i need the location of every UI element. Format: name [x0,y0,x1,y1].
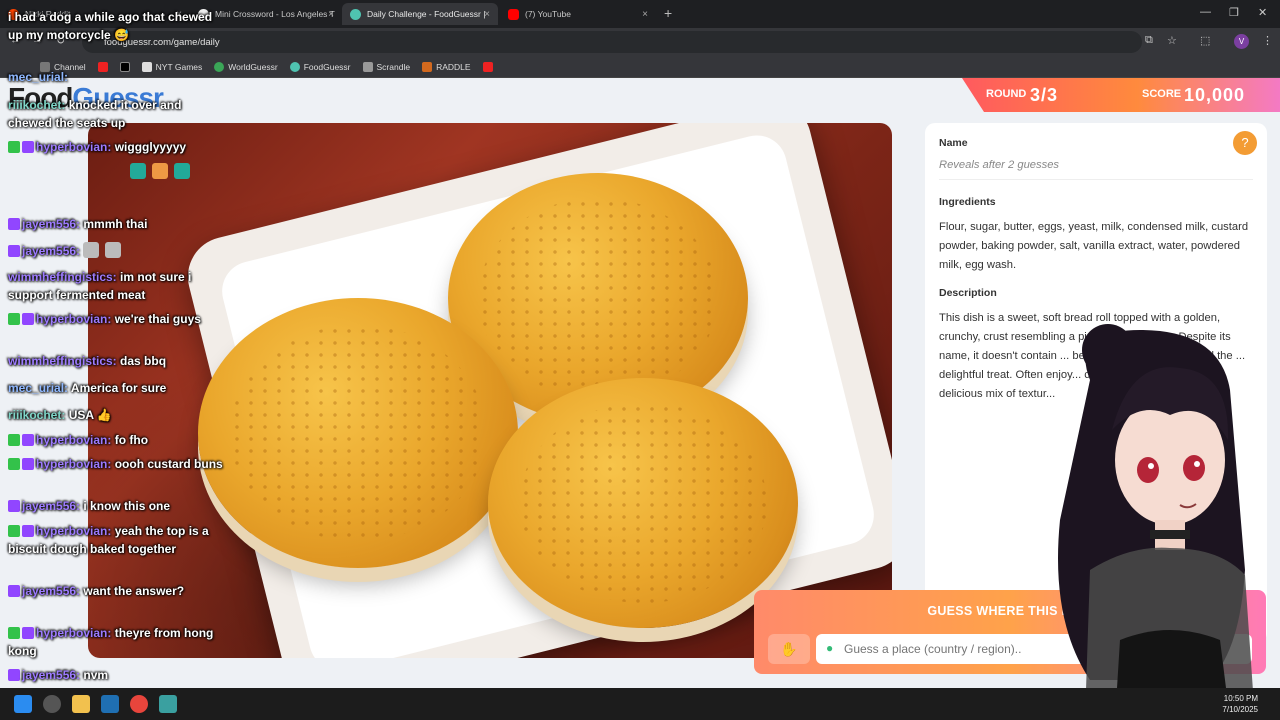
round-value: 3/3 [1030,85,1059,105]
tab-daily-challenge-foodguessr[interactable]: Daily Challenge - FoodGuessr | × [342,3,498,25]
score-label: SCORE [1142,88,1182,100]
vtube-studio-icon[interactable] [159,695,177,713]
bookmark-nyt-games[interactable]: NYT Games [141,61,202,72]
back-icon[interactable]: ← [10,34,21,46]
tab-nikki-reddit[interactable]: Nikki Reddit × [0,3,190,25]
bookmarks-bar: Channel NYT Games WorldGuessr FoodGuessr… [0,56,1280,78]
tab-close-icon[interactable]: × [328,9,334,20]
obs-icon[interactable] [43,695,61,713]
bookmark-star-icon[interactable]: ☆ [1167,34,1177,47]
ingredients-label: Ingredients [939,196,996,208]
pineapple-bun [488,378,798,628]
youtube-icon [482,61,493,72]
browser-toolbar: ← → ↻ foodguessr.com/game/daily ⧉ ☆ ⬚ V … [0,28,1280,56]
name-value: Reveals after 2 guesses [939,159,1253,180]
bookmark-foodguessr[interactable]: FoodGuessr [289,61,351,72]
cast-icon[interactable]: ⧉ [1145,34,1153,47]
nyt-icon [198,8,209,20]
browser-tab-strip: Nikki Reddit × Mini Crossword - Los Ange… [0,0,1280,28]
file-explorer-icon[interactable] [72,695,90,713]
bookmark-channel[interactable]: Channel [40,61,86,72]
globe-icon [214,61,225,72]
clock-time: 10:50 PM [1223,694,1258,703]
score-value: 10,000 [1184,85,1246,105]
raddle-icon [422,61,433,72]
bookmark-scrandle[interactable]: Scrandle [362,61,410,72]
tab-close-icon[interactable]: × [176,9,182,20]
description-label: Description [939,287,997,299]
name-label: Name [939,137,968,149]
youtube-icon [508,8,519,20]
help-icon[interactable]: ? [1233,131,1257,155]
foodguessr-icon [350,8,361,20]
windows-taskbar: 10:50 PM 7/10/2025 [0,688,1280,720]
round-score-bar: ROUND 3/3 SCORE 10,000 [962,78,1280,112]
profile-avatar[interactable]: V [1234,34,1249,49]
new-tab-button[interactable]: + [664,5,672,21]
bookmark-youtube-2[interactable] [482,61,493,72]
menu-kebab-icon[interactable]: ⋮ [1262,34,1273,47]
round-label: ROUND [986,88,1027,100]
bookmark-youtube[interactable] [97,61,108,72]
close-window-icon[interactable]: ✕ [1258,6,1267,19]
foodguessr-icon [289,61,300,72]
youtube-icon [97,61,108,72]
forward-icon[interactable]: → [32,34,43,46]
tab-mini-crossword[interactable]: Mini Crossword - Los Angeles T × [190,3,342,25]
bookmark-raddle[interactable]: RADDLE [422,61,471,72]
system-clock[interactable]: 10:50 PM 7/10/2025 [1222,693,1258,715]
foodguessr-logo[interactable]: FoodGuessr [8,82,164,114]
minimize-icon[interactable]: — [1200,6,1211,18]
bookmark-worldguessr[interactable]: WorldGuessr [214,61,278,72]
restore-icon[interactable]: ❐ [1229,6,1239,19]
nyt-icon [141,61,152,72]
folder-icon [40,61,50,72]
tab-close-icon[interactable]: × [484,9,490,20]
reddit-icon [8,8,19,20]
photos-icon[interactable] [101,695,119,713]
drag-hand-icon[interactable]: ✋ [768,634,810,664]
bookmark-x[interactable] [119,61,130,72]
address-bar[interactable]: foodguessr.com/game/daily [82,31,1142,53]
x-icon [119,61,130,72]
pineapple-bun [198,298,518,568]
extensions-icon[interactable]: ⬚ [1200,34,1210,47]
windows-start-icon[interactable] [14,695,32,713]
ingredients-text: Flour, sugar, butter, eggs, yeast, milk,… [939,221,1249,271]
tab-youtube[interactable]: (7) YouTube × [500,3,656,25]
clock-date: 7/10/2025 [1222,705,1258,714]
chrome-icon[interactable] [130,695,148,713]
scrandle-icon [362,61,373,72]
url-text: foodguessr.com/game/daily [104,36,220,48]
reload-icon[interactable]: ↻ [56,34,65,47]
vtuber-avatar [1058,324,1255,720]
dish-photo [88,123,892,658]
tab-close-icon[interactable]: × [642,9,648,20]
globe-icon: ● [826,641,834,655]
